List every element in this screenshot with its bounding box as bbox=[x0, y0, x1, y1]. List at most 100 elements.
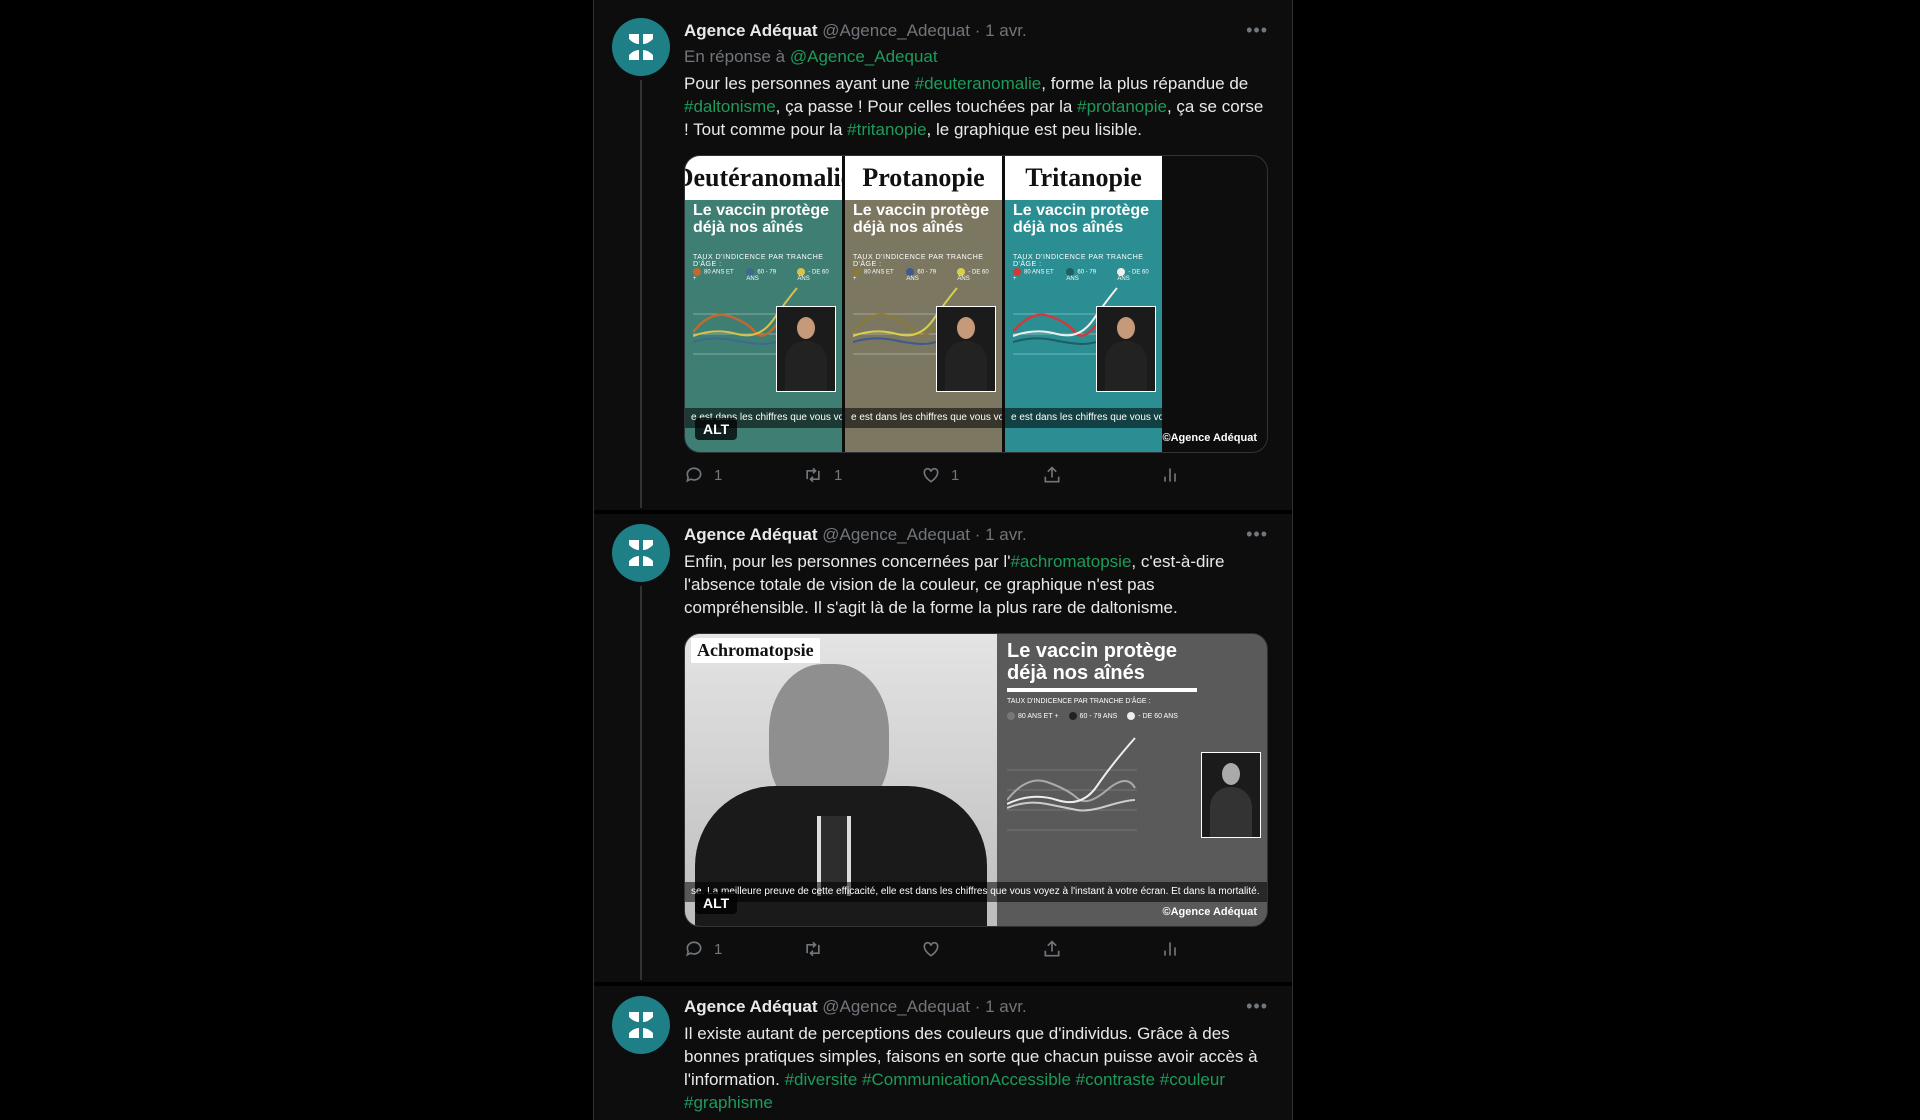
simulation-panel: DeutéranomalieLe vaccin protègedéjà nos … bbox=[685, 156, 842, 452]
legend-item: - DE 60 ANS bbox=[1117, 268, 1162, 282]
chart-heading-line-1: Le vaccin protège bbox=[1013, 202, 1150, 219]
hashtag-link[interactable]: #diversite bbox=[785, 1070, 858, 1089]
like-button[interactable]: 1 bbox=[921, 465, 959, 485]
tweet-actions: 1 1 1 bbox=[684, 465, 1268, 495]
legend-item: 80 ANS ET + bbox=[1007, 712, 1059, 720]
chart-heading-line-2: déjà nos aînés bbox=[1007, 662, 1145, 684]
reply-button[interactable]: 1 bbox=[684, 465, 722, 485]
retweet-button[interactable]: 1 bbox=[802, 465, 842, 485]
legend-item: 80 ANS ET + bbox=[853, 268, 898, 282]
hashtag-link[interactable]: #CommunicationAccessible bbox=[862, 1070, 1071, 1089]
share-button[interactable] bbox=[1042, 939, 1062, 959]
author-handle[interactable]: @Agence_Adequat bbox=[822, 997, 970, 1016]
achromatopsia-label: Achromatopsie bbox=[691, 638, 820, 663]
tweet-2[interactable]: Agence Adéquat @Agence_Adequat · 1 avr. … bbox=[594, 514, 1292, 980]
analytics-icon bbox=[1164, 942, 1176, 956]
legend-item: 60 - 79 ANS bbox=[746, 268, 789, 282]
hashtag-link[interactable]: #tritanopie bbox=[847, 120, 926, 139]
more-options-icon[interactable]: ••• bbox=[1246, 20, 1268, 41]
text-segment: , ça passe ! Pour celles touchées par la bbox=[775, 97, 1078, 116]
hashtag-link[interactable]: #couleur bbox=[1160, 1070, 1225, 1089]
analytics-button[interactable] bbox=[1160, 465, 1180, 485]
chart-heading: Le vaccin protège déjà nos aînés bbox=[693, 202, 829, 236]
author-handle[interactable]: @Agence_Adequat bbox=[822, 525, 970, 544]
panel-title: Tritanopie bbox=[1005, 156, 1162, 200]
legend-item: 60 - 79 ANS bbox=[1068, 712, 1117, 720]
chart-heading-line-1: Le vaccin protège bbox=[693, 202, 830, 219]
text-segment: Enfin, pour les personnes concernées par… bbox=[684, 552, 1011, 571]
analytics-button[interactable] bbox=[1160, 939, 1180, 959]
chart-heading-line-1: Le vaccin protège bbox=[853, 202, 990, 219]
sign-language-interpreter bbox=[1201, 752, 1261, 838]
tweet-media-image[interactable]: Achromatopsie Le vaccin protège déjà nos… bbox=[684, 633, 1268, 927]
legend-item: - DE 60 ANS bbox=[957, 268, 1002, 282]
legend-label: - DE 60 ANS bbox=[1138, 712, 1178, 720]
reply-handle-link[interactable]: @Agence_Adequat bbox=[790, 47, 938, 66]
sign-language-interpreter bbox=[936, 306, 996, 392]
alt-badge[interactable]: ALT bbox=[695, 418, 738, 440]
like-button[interactable] bbox=[921, 939, 941, 959]
tweet-date[interactable]: · 1 avr. bbox=[975, 525, 1027, 544]
reply-count: 1 bbox=[714, 466, 723, 484]
tweet-text: Pour les personnes ayant une #deuteranom… bbox=[684, 72, 1268, 141]
tweet-actions: 1 bbox=[684, 939, 1268, 969]
retweet-icon bbox=[806, 467, 820, 483]
panel-title: Deutéranomalie bbox=[685, 156, 842, 200]
legend-item: 60 - 79 ANS bbox=[906, 268, 949, 282]
chart-legend: 80 ANS ET + 60 - 79 ANS - DE 60 ANS bbox=[693, 268, 842, 282]
text-segment: Pour les personnes ayant une bbox=[684, 74, 915, 93]
chart-heading: Le vaccin protège déjà nos aînés bbox=[1013, 202, 1149, 236]
author-name[interactable]: Agence Adéquat bbox=[684, 21, 818, 40]
like-count: 1 bbox=[951, 466, 960, 484]
hashtag-link[interactable]: #contraste bbox=[1076, 1070, 1155, 1089]
avatar[interactable] bbox=[612, 996, 670, 1054]
simulation-panel: Protanopie Le vaccin protège déjà nos aîné… bbox=[845, 156, 1002, 452]
tweet-header: Agence Adéquat @Agence_Adequat · 1 avr. bbox=[684, 996, 1268, 1018]
hashtag-link[interactable]: #graphisme bbox=[684, 1093, 773, 1112]
more-options-icon[interactable]: ••• bbox=[1246, 524, 1268, 545]
retweet-button[interactable] bbox=[802, 939, 824, 959]
author-name[interactable]: Agence Adéquat bbox=[684, 525, 818, 544]
tweet-text: Il existe autant de perceptions des coul… bbox=[684, 1022, 1268, 1114]
alt-badge[interactable]: ALT bbox=[695, 892, 738, 914]
tweet-date[interactable]: · 1 avr. bbox=[975, 997, 1027, 1016]
analytics-icon bbox=[1164, 468, 1176, 482]
hashtag-link[interactable]: #deuteranomalie bbox=[915, 74, 1042, 93]
video-subtitle: e est dans les chiffres que vous voyez à bbox=[845, 408, 1002, 428]
image-credit: ©Agence Adéquat bbox=[1162, 906, 1258, 918]
heart-icon bbox=[923, 467, 939, 483]
image-credit: ©Agence Adéquat bbox=[1162, 432, 1258, 444]
thread-line bbox=[640, 586, 642, 980]
timeline-column: Agence Adéquat @Agence_Adequat · 1 avr. … bbox=[593, 0, 1293, 1120]
author-name[interactable]: Agence Adéquat bbox=[684, 997, 818, 1016]
chart-subtitle: TAUX D'INDICENCE PAR TRANCHE D'ÂGE : bbox=[1007, 698, 1151, 705]
sign-language-interpreter bbox=[1096, 306, 1156, 392]
reply-button[interactable]: 1 bbox=[684, 939, 722, 959]
chart-heading-line-2: déjà nos aînés bbox=[693, 219, 804, 236]
legend-label: 80 ANS ET + bbox=[1018, 712, 1059, 720]
legend-item: 60 - 79 ANS bbox=[1066, 268, 1109, 282]
chart-legend: 80 ANS ET + 60 - 79 ANS - DE 60 ANS bbox=[853, 268, 1002, 282]
hashtag-link[interactable]: #daltonisme bbox=[684, 97, 776, 116]
avatar[interactable] bbox=[612, 524, 670, 582]
tweet-media-image[interactable]: DeutéranomalieLe vaccin protègedéjà nos … bbox=[684, 155, 1268, 453]
reply-count: 1 bbox=[714, 940, 723, 958]
author-handle[interactable]: @Agence_Adequat bbox=[822, 21, 970, 40]
avatar[interactable] bbox=[612, 18, 670, 76]
tweet-date[interactable]: · 1 avr. bbox=[975, 21, 1027, 40]
share-icon bbox=[1044, 940, 1060, 957]
panel-title: Protanopie bbox=[845, 156, 1002, 200]
chart-heading-line-2: déjà nos aînés bbox=[853, 219, 964, 236]
retweet-icon bbox=[806, 941, 820, 957]
video-subtitle: se. La meilleure preuve de cette efficac… bbox=[685, 882, 1267, 902]
text-segment: , le graphique est peu lisible. bbox=[926, 120, 1143, 139]
tweet-3[interactable]: Agence Adéquat @Agence_Adequat · 1 avr. … bbox=[594, 986, 1292, 1120]
text-segment: , forme la plus répandue de bbox=[1041, 74, 1249, 93]
hashtag-link[interactable]: #protanopie bbox=[1077, 97, 1167, 116]
share-button[interactable] bbox=[1042, 465, 1062, 485]
tweet-1[interactable]: Agence Adéquat @Agence_Adequat · 1 avr. … bbox=[594, 0, 1292, 508]
hashtag-link[interactable]: #achromatopsie bbox=[1010, 552, 1131, 571]
chart-legend: 80 ANS ET + 60 - 79 ANS - DE 60 ANS bbox=[1007, 712, 1178, 720]
chart-heading-line-1: Le vaccin protège bbox=[1007, 640, 1178, 662]
more-options-icon[interactable]: ••• bbox=[1246, 996, 1268, 1017]
